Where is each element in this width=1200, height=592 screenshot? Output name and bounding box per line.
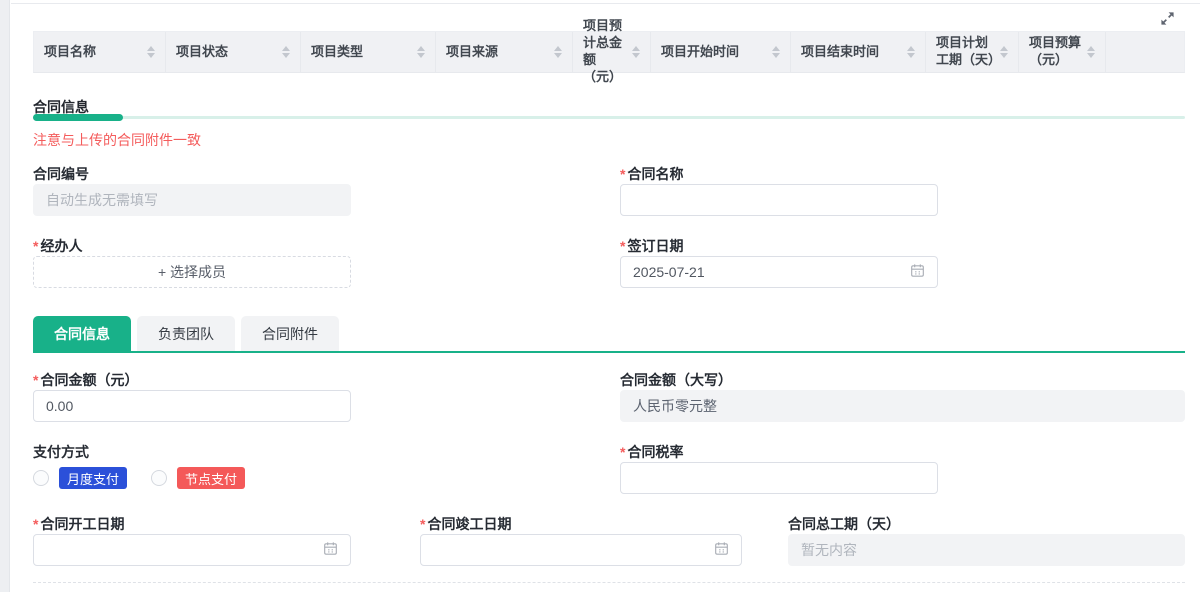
radio-monthly-payment[interactable]: 月度支付: [33, 467, 127, 489]
underline-accent-bar: [33, 114, 123, 121]
radio-circle-icon[interactable]: [151, 470, 167, 486]
contract-no-input: [33, 184, 351, 216]
contract-amount-input[interactable]: [33, 390, 351, 422]
payment-method-radio-group: 月度支付 节点支付: [33, 462, 351, 494]
required-asterisk: *: [33, 238, 38, 254]
tabs-underline: [33, 351, 1185, 353]
required-asterisk: *: [33, 516, 38, 532]
calendar-icon: [323, 541, 338, 559]
calendar-icon: [910, 263, 925, 281]
select-member-button[interactable]: + 选择成员: [33, 256, 351, 288]
contract-tabs: 合同信息 负责团队 合同附件: [33, 316, 1185, 353]
tab-contract-info[interactable]: 合同信息: [33, 316, 131, 351]
handler-label: * 经办人: [33, 238, 351, 256]
total-duration-label: 合同总工期（天）: [788, 516, 1185, 534]
contract-start-date-input[interactable]: [33, 534, 351, 566]
contract-start-date-label: * 合同开工日期: [33, 516, 351, 534]
bottom-dashed-divider: [33, 582, 1185, 583]
contract-name-label: * 合同名称: [620, 166, 938, 184]
required-asterisk: *: [33, 372, 38, 388]
amount-in-words-input: [620, 390, 1185, 422]
contract-amount-label: * 合同金额（元）: [33, 372, 351, 390]
milestone-payment-badge: 节点支付: [177, 467, 245, 489]
sign-date-label: * 签订日期: [620, 238, 938, 256]
contract-name-input[interactable]: [620, 184, 938, 216]
attachment-consistency-note: 注意与上传的合同附件一致: [33, 130, 1185, 150]
radio-circle-icon[interactable]: [33, 470, 49, 486]
required-asterisk: *: [620, 238, 625, 254]
contract-finish-date-input[interactable]: [420, 534, 742, 566]
contract-form-panel: 项目名称 项目状态 项目类型 项目来源 项目预计总金额（元） 项目开始时间: [11, 3, 1200, 592]
payment-method-label: 支付方式: [33, 444, 351, 462]
section-title-underline: [33, 114, 1185, 121]
sign-date-input[interactable]: 2025-07-21: [620, 256, 938, 288]
contract-finish-date-label: * 合同竣工日期: [420, 516, 742, 534]
required-asterisk: *: [620, 444, 625, 460]
monthly-payment-badge: 月度支付: [59, 467, 127, 489]
tab-responsible-team[interactable]: 负责团队: [137, 316, 235, 351]
tax-rate-label: * 合同税率: [620, 444, 938, 462]
amount-in-words-label: 合同金额（大写）: [620, 372, 1185, 390]
page-left-edge: [0, 0, 10, 592]
tab-contract-attachments[interactable]: 合同附件: [241, 316, 339, 351]
tax-rate-input[interactable]: [620, 462, 938, 494]
contract-no-label: 合同编号: [33, 166, 351, 184]
radio-milestone-payment[interactable]: 节点支付: [151, 467, 245, 489]
total-duration-input: [788, 534, 1185, 566]
underline-track: [33, 116, 1185, 119]
required-asterisk: *: [620, 166, 625, 182]
required-asterisk: *: [420, 516, 425, 532]
calendar-icon: [714, 541, 729, 559]
